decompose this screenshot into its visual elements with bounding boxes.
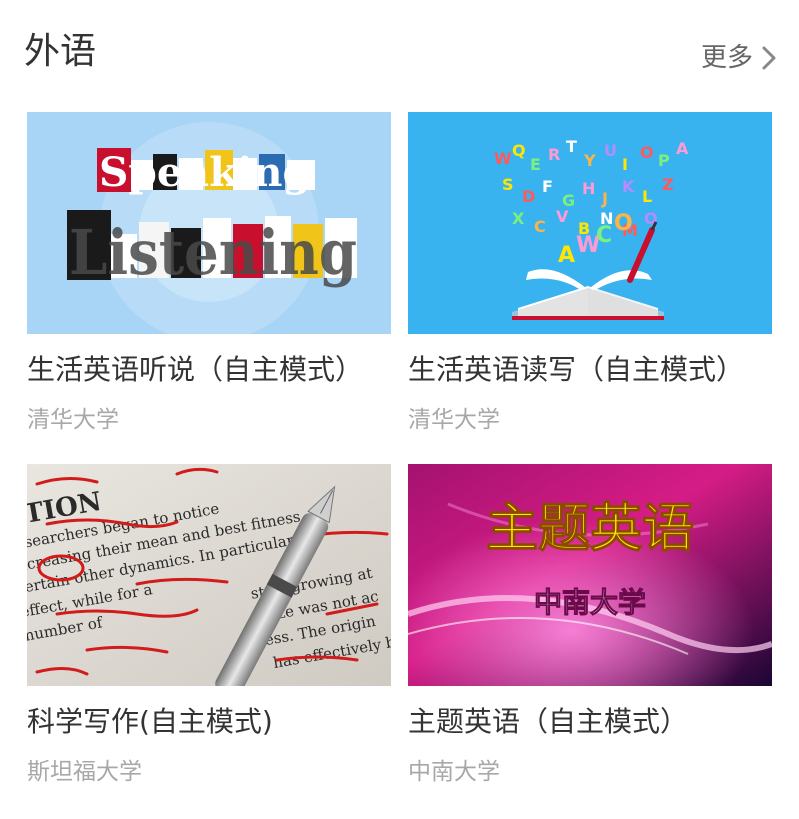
course-card[interactable]: W Q E R T Y U I O P A S D F G H J K L Z <box>408 112 772 442</box>
svg-text:Y: Y <box>583 151 596 170</box>
svg-text:T: T <box>566 137 577 156</box>
course-card[interactable]: Speaking Listening 生活英语听说（自主模式） 清华大学 <box>27 112 391 442</box>
course-school: 清华大学 <box>27 407 119 433</box>
svg-text:V: V <box>556 207 569 226</box>
svg-text:L: L <box>642 187 652 206</box>
svg-text:C: C <box>596 223 612 248</box>
course-card[interactable]: 主题英语 中南大学 主题英语（自主模式） 中南大学 <box>408 464 772 794</box>
svg-text:O: O <box>640 143 654 162</box>
course-title: 主题英语（自主模式） <box>408 705 689 738</box>
svg-text:U: U <box>604 141 617 160</box>
manuscript-with-pen-image: CTION researchers began to notice increa… <box>27 464 391 686</box>
more-link[interactable]: 更多 <box>701 40 777 76</box>
topic-english-banner-image: 主题英语 中南大学 <box>408 464 772 686</box>
course-thumbnail: Speaking Listening <box>27 112 391 334</box>
svg-text:K: K <box>622 177 635 196</box>
course-card[interactable]: CTION researchers began to notice increa… <box>27 464 391 794</box>
section-header: 外语 更多 <box>0 0 799 100</box>
thumb-text-listening: Listening <box>69 216 357 289</box>
course-school: 斯坦福大学 <box>27 759 142 785</box>
svg-text:E: E <box>530 155 541 174</box>
svg-text:H: H <box>582 179 595 198</box>
course-title: 生活英语读写（自主模式） <box>408 353 745 386</box>
course-title: 生活英语听说（自主模式） <box>27 353 364 386</box>
svg-text:X: X <box>512 209 525 228</box>
svg-text:W: W <box>494 149 512 168</box>
svg-text:F: F <box>542 177 553 196</box>
svg-text:D: D <box>522 187 535 206</box>
thumb-title: 主题英语 <box>486 499 694 559</box>
thumb-subtitle: 中南大学 <box>534 586 646 619</box>
course-title: 科学写作(自主模式) <box>27 705 273 738</box>
open-book-image: W Q E R T Y U I O P A S D F G H J K L Z <box>408 112 772 334</box>
svg-text:O: O <box>614 211 633 236</box>
svg-text:C: C <box>534 217 546 236</box>
svg-text:R: R <box>548 145 560 164</box>
svg-text:A: A <box>676 139 689 158</box>
chevron-right-icon <box>762 46 776 70</box>
course-school: 清华大学 <box>408 407 500 433</box>
course-school: 中南大学 <box>408 759 500 785</box>
svg-text:Z: Z <box>662 175 674 194</box>
svg-text:J: J <box>601 189 608 208</box>
svg-text:P: P <box>658 151 670 170</box>
svg-text:A: A <box>558 243 575 268</box>
course-thumbnail: 主题英语 中南大学 <box>408 464 772 686</box>
section-title: 外语 <box>24 31 97 72</box>
course-thumbnail: CTION researchers began to notice increa… <box>27 464 391 686</box>
course-thumbnail: W Q E R T Y U I O P A S D F G H J K L Z <box>408 112 772 334</box>
svg-text:I: I <box>622 155 628 174</box>
svg-text:Q: Q <box>512 141 526 160</box>
svg-text:S: S <box>502 175 514 194</box>
speaking-listening-image: Speaking Listening <box>27 112 391 334</box>
more-label: 更多 <box>700 43 753 73</box>
thumb-text-speaking: Speaking <box>99 149 311 196</box>
